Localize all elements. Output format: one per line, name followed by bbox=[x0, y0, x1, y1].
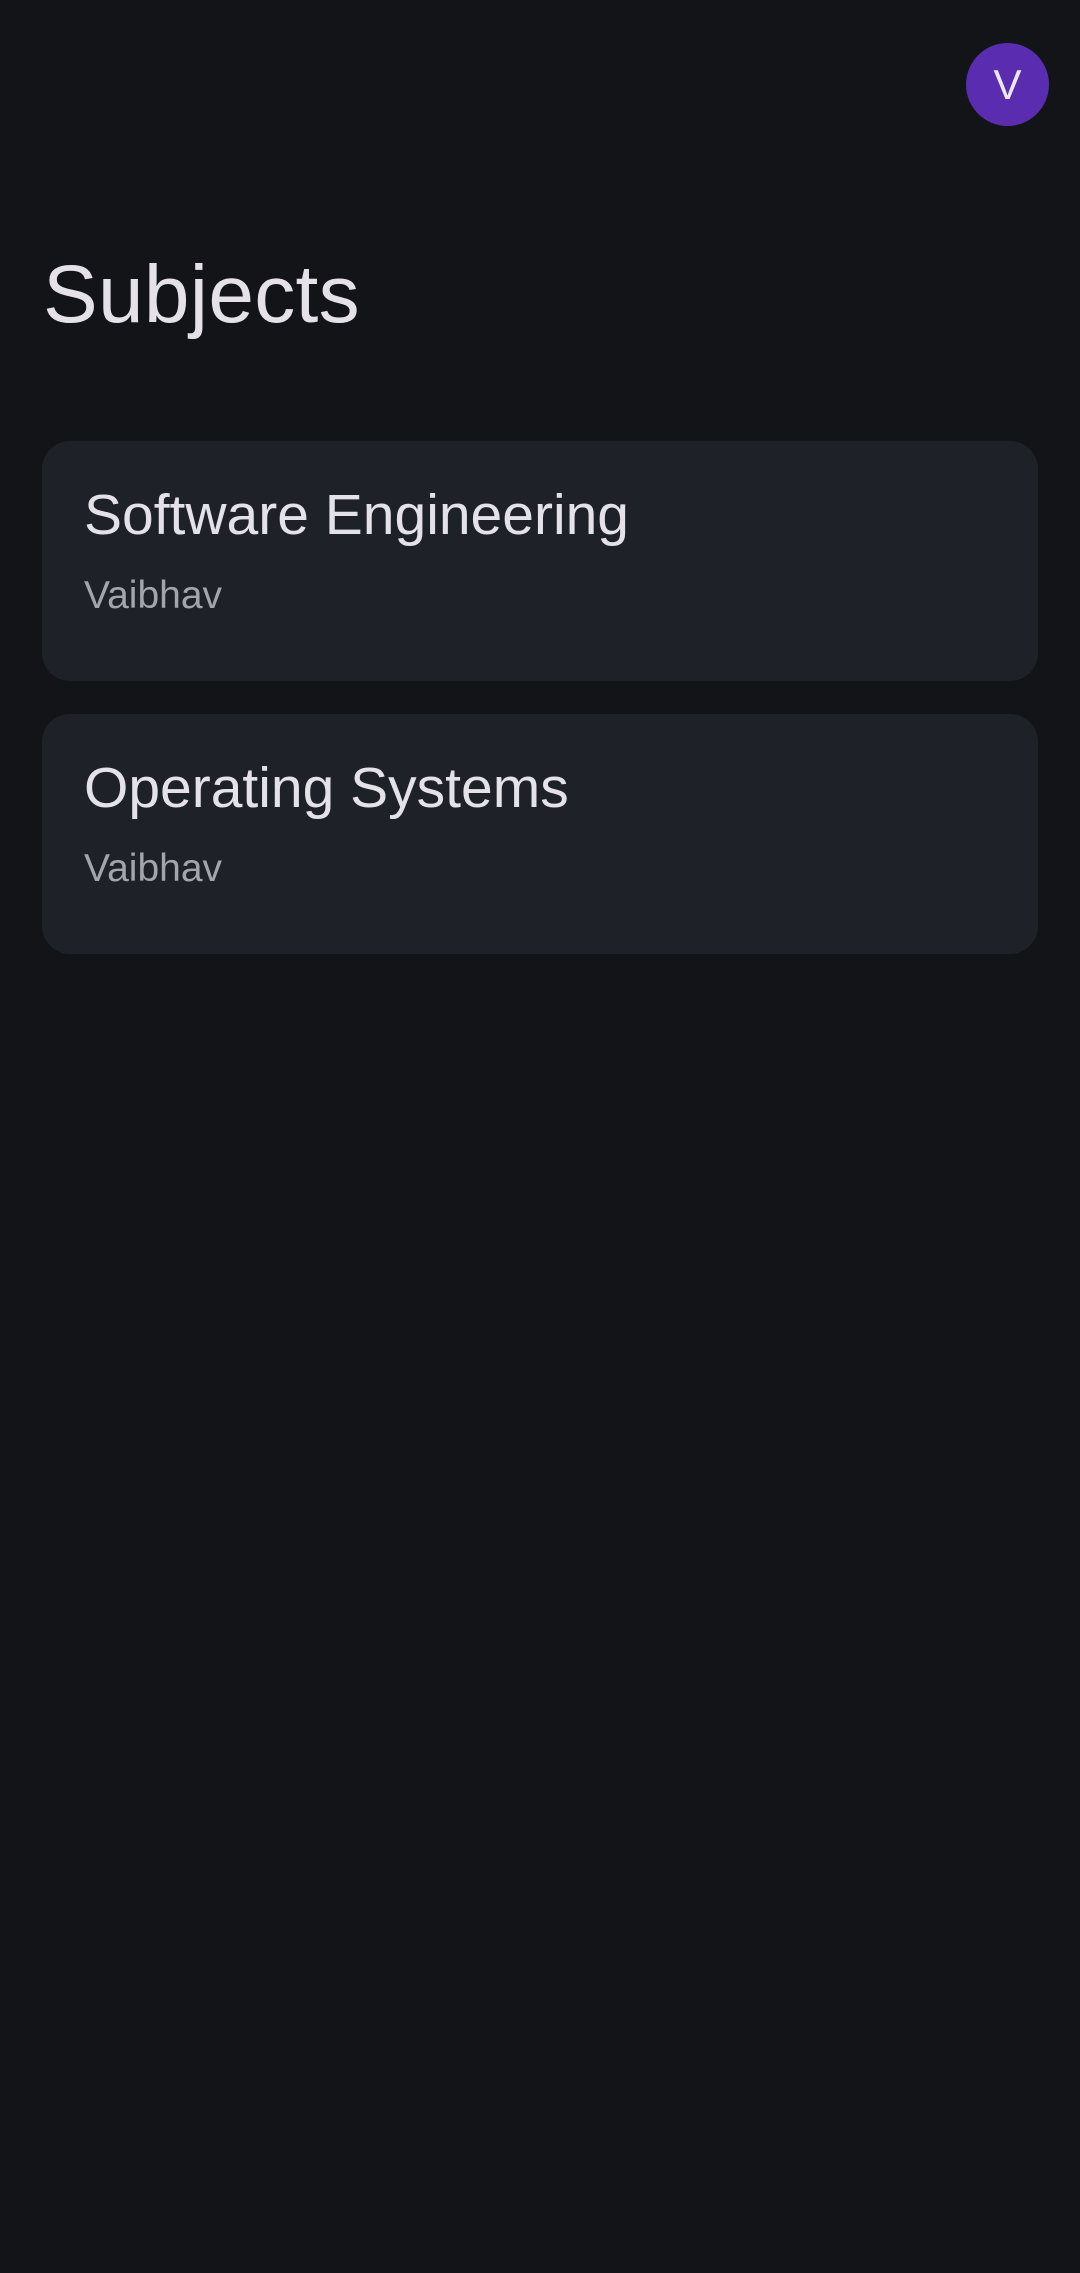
subject-name: Software Engineering bbox=[84, 483, 630, 547]
subject-name: Operating Systems bbox=[84, 756, 569, 820]
subject-card-operating-systems[interactable]: Operating Systems Vaibhav bbox=[42, 714, 1038, 954]
subject-card-software-engineering[interactable]: Software Engineering Vaibhav bbox=[42, 441, 1038, 681]
screen: V Subjects Software Engineering Vaibhav … bbox=[0, 0, 1080, 2273]
avatar[interactable]: V bbox=[966, 43, 1049, 126]
page-title: Subjects bbox=[43, 249, 360, 340]
avatar-initial: V bbox=[993, 60, 1022, 108]
subject-teacher: Vaibhav bbox=[84, 847, 223, 890]
subject-teacher: Vaibhav bbox=[84, 574, 223, 617]
subject-list: Software Engineering Vaibhav Operating S… bbox=[42, 441, 1038, 987]
